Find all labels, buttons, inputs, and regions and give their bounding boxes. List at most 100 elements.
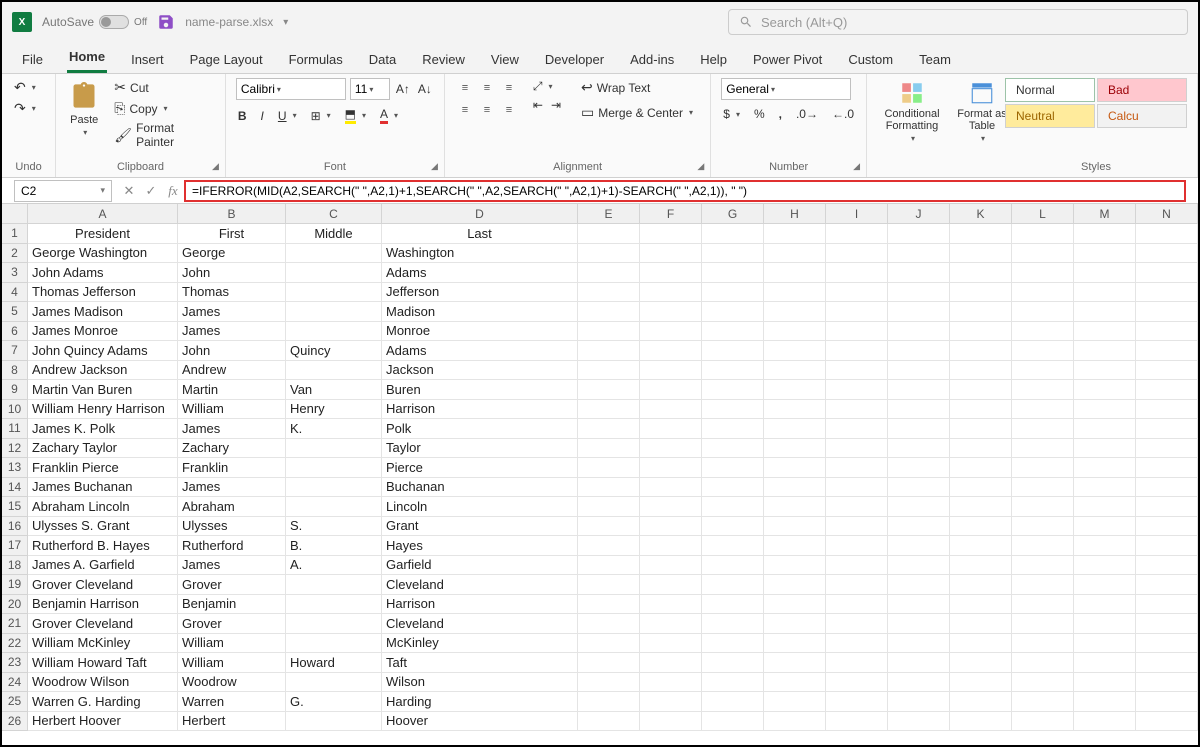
cell-I13[interactable] [826,458,888,478]
cell-L24[interactable] [1012,673,1074,693]
column-header-J[interactable]: J [888,204,950,224]
cell-J4[interactable] [888,283,950,303]
cell-M13[interactable] [1074,458,1136,478]
cell-H3[interactable] [764,263,826,283]
cell-I18[interactable] [826,556,888,576]
cell-G21[interactable] [702,614,764,634]
cell-D4[interactable]: Jefferson [382,283,578,303]
cell-C19[interactable] [286,575,382,595]
wrap-text-button[interactable]: ↩Wrap Text [579,78,695,97]
copy-button[interactable]: ⎘Copy [112,99,215,118]
cell-G5[interactable] [702,302,764,322]
column-header-E[interactable]: E [578,204,640,224]
cell-M26[interactable] [1074,712,1136,732]
cell-B5[interactable]: James [178,302,286,322]
cell-J2[interactable] [888,244,950,264]
cell-A21[interactable]: Grover Cleveland [28,614,178,634]
dialog-launcher-icon[interactable]: ◢ [431,161,438,172]
cell-C3[interactable] [286,263,382,283]
ribbon-tab-insert[interactable]: Insert [129,46,166,73]
cell-B4[interactable]: Thomas [178,283,286,303]
cell-F20[interactable] [640,595,702,615]
cell-B3[interactable]: John [178,263,286,283]
cell-N23[interactable] [1136,653,1198,673]
cell-L19[interactable] [1012,575,1074,595]
cell-A17[interactable]: Rutherford B. Hayes [28,536,178,556]
cell-I5[interactable] [826,302,888,322]
ribbon-tab-home[interactable]: Home [67,43,107,73]
cell-I15[interactable] [826,497,888,517]
cell-N19[interactable] [1136,575,1198,595]
column-header-M[interactable]: M [1074,204,1136,224]
cell-D26[interactable]: Hoover [382,712,578,732]
cell-H11[interactable] [764,419,826,439]
enter-formula-icon[interactable]: ✓ [140,183,162,199]
cell-E11[interactable] [578,419,640,439]
cell-H14[interactable] [764,478,826,498]
cell-J19[interactable] [888,575,950,595]
cell-H20[interactable] [764,595,826,615]
cell-I23[interactable] [826,653,888,673]
insert-function-icon[interactable]: fx [162,183,184,199]
cell-F24[interactable] [640,673,702,693]
cell-H19[interactable] [764,575,826,595]
cell-L6[interactable] [1012,322,1074,342]
cell-I7[interactable] [826,341,888,361]
cell-G25[interactable] [702,692,764,712]
cell-style-bad[interactable]: Bad [1097,78,1187,102]
cell-L23[interactable] [1012,653,1074,673]
cell-N22[interactable] [1136,634,1198,654]
cell-F1[interactable] [640,224,702,244]
row-header-4[interactable]: 4 [2,283,28,303]
cell-L8[interactable] [1012,361,1074,381]
cell-K3[interactable] [950,263,1012,283]
cell-E23[interactable] [578,653,640,673]
cell-N8[interactable] [1136,361,1198,381]
cell-J6[interactable] [888,322,950,342]
cell-H7[interactable] [764,341,826,361]
dialog-launcher-icon[interactable]: ◢ [853,161,860,172]
cell-J26[interactable] [888,712,950,732]
cell-F23[interactable] [640,653,702,673]
cell-F16[interactable] [640,517,702,537]
cell-H26[interactable] [764,712,826,732]
cell-G6[interactable] [702,322,764,342]
fill-color-button[interactable]: ⬒ [343,106,368,125]
cell-E19[interactable] [578,575,640,595]
cell-J8[interactable] [888,361,950,381]
cell-A11[interactable]: James K. Polk [28,419,178,439]
cell-I20[interactable] [826,595,888,615]
cell-A1[interactable]: President [28,224,178,244]
cell-K4[interactable] [950,283,1012,303]
cell-E13[interactable] [578,458,640,478]
cell-I22[interactable] [826,634,888,654]
cell-I1[interactable] [826,224,888,244]
cell-F6[interactable] [640,322,702,342]
cell-N11[interactable] [1136,419,1198,439]
cell-E12[interactable] [578,439,640,459]
dialog-launcher-icon[interactable]: ◢ [697,161,704,172]
cell-K23[interactable] [950,653,1012,673]
row-header-20[interactable]: 20 [2,595,28,615]
cell-J21[interactable] [888,614,950,634]
cell-K6[interactable] [950,322,1012,342]
cell-K11[interactable] [950,419,1012,439]
cell-J7[interactable] [888,341,950,361]
cell-N6[interactable] [1136,322,1198,342]
cell-L16[interactable] [1012,517,1074,537]
cell-I9[interactable] [826,380,888,400]
cell-B8[interactable]: Andrew [178,361,286,381]
cell-I17[interactable] [826,536,888,556]
cell-F12[interactable] [640,439,702,459]
cell-G1[interactable] [702,224,764,244]
cell-F8[interactable] [640,361,702,381]
column-header-L[interactable]: L [1012,204,1074,224]
cell-I24[interactable] [826,673,888,693]
cell-L18[interactable] [1012,556,1074,576]
cell-A13[interactable]: Franklin Pierce [28,458,178,478]
cell-K9[interactable] [950,380,1012,400]
cell-G8[interactable] [702,361,764,381]
cell-D1[interactable]: Last [382,224,578,244]
cell-M16[interactable] [1074,517,1136,537]
cell-B1[interactable]: First [178,224,286,244]
